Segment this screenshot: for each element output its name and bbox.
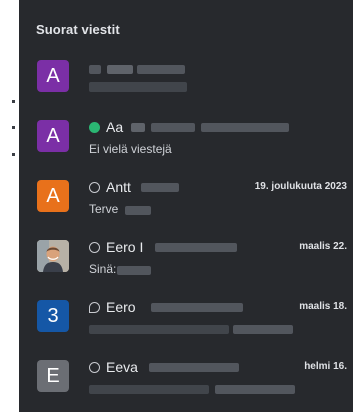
conversation-item[interactable]: E Eeva helmi 16. <box>19 359 353 412</box>
blurred-name <box>151 123 195 132</box>
away-status-icon <box>89 302 100 313</box>
avatar: E <box>37 360 69 392</box>
contact-name: Eero I <box>106 239 144 255</box>
blurred-name <box>149 363 239 372</box>
conversation-item[interactable]: A <box>19 60 353 122</box>
conversation-item[interactable]: A Antt 19. joulukuuta 2023 Terve <box>19 179 353 242</box>
blurred-name <box>107 65 133 74</box>
conversation-item[interactable]: Eero I maalis 22. Sinä: <box>19 239 353 302</box>
blurred-preview <box>233 325 293 334</box>
avatar <box>37 240 69 272</box>
conversation-item[interactable]: 3 Eero maalis 18. <box>19 299 353 362</box>
contact-name: Aa <box>106 119 124 135</box>
avatar: 3 <box>37 300 69 332</box>
panel-title: Suorat viestit <box>36 22 120 37</box>
blurred-name <box>141 183 179 192</box>
message-preview: Ei vielä viestejä <box>89 142 172 156</box>
avatar: A <box>37 180 69 212</box>
blurred-name <box>131 123 145 132</box>
offline-status-icon <box>89 242 100 253</box>
online-status-icon <box>89 122 100 133</box>
blurred-name <box>155 243 237 252</box>
blurred-preview <box>117 266 151 275</box>
contact-name: Eero <box>106 299 136 315</box>
conversation-item[interactable]: A Aa Ei vielä viestejä <box>19 119 353 182</box>
blurred-preview <box>89 385 209 394</box>
blurred-preview <box>125 206 151 215</box>
contact-name: Eeva <box>106 359 138 375</box>
contact-name: Antt <box>106 179 131 195</box>
conversation-date: maalis 18. <box>299 301 347 312</box>
avatar: A <box>37 60 69 92</box>
conversation-date: maalis 22. <box>299 241 347 252</box>
message-preview: Terve <box>89 202 119 216</box>
blurred-name <box>89 65 101 74</box>
profile-photo-icon <box>37 240 69 272</box>
conversation-date: 19. joulukuuta 2023 <box>254 181 347 192</box>
background-marks <box>0 0 18 412</box>
message-preview: Sinä: <box>89 262 117 276</box>
blurred-name <box>137 65 185 74</box>
conversation-date: helmi 16. <box>304 361 347 372</box>
blurred-preview <box>215 385 295 394</box>
avatar: A <box>37 120 69 152</box>
page: Suorat viestit A A Aa Ei vielä viestejä … <box>0 0 353 412</box>
blurred-name <box>151 303 243 312</box>
blurred-preview <box>89 325 229 334</box>
blurred-preview <box>89 82 187 92</box>
blurred-name <box>201 123 289 132</box>
offline-status-icon <box>89 182 100 193</box>
direct-messages-panel: Suorat viestit A A Aa Ei vielä viestejä … <box>19 0 353 412</box>
offline-status-icon <box>89 362 100 373</box>
